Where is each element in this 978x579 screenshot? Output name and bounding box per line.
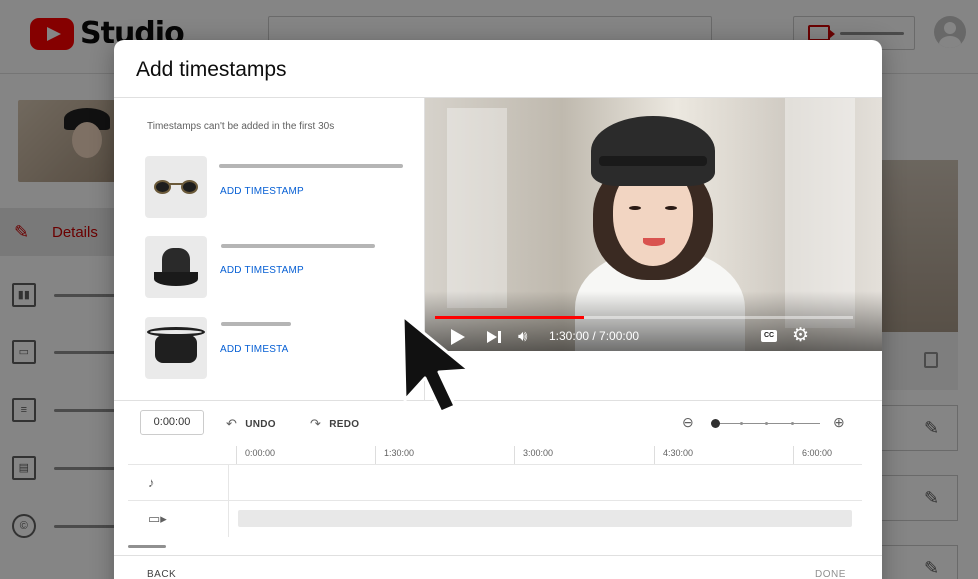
video-track-strip[interactable] — [238, 510, 852, 527]
redo-label: REDO — [329, 418, 360, 430]
timeline-scrollbar[interactable] — [128, 545, 166, 548]
redo-icon: ↷ — [310, 416, 322, 431]
next-icon[interactable] — [487, 331, 497, 343]
progress-bar[interactable] — [435, 316, 853, 319]
undo-label: UNDO — [245, 418, 276, 430]
undo-icon: ↶ — [226, 416, 238, 431]
zoom-out-icon[interactable]: ⊖ — [682, 414, 694, 431]
ruler-tick: 6:00:00 — [793, 446, 832, 464]
settings-gear-icon[interactable]: ⚙ — [792, 324, 809, 347]
timecode-input[interactable]: 0:00:00 — [140, 410, 204, 435]
back-button[interactable]: BACK — [147, 569, 176, 579]
ruler-tick: 1:30:00 — [375, 446, 414, 464]
add-timestamp-link[interactable]: ADD TIMESTA — [220, 344, 289, 355]
volume-icon[interactable]: 🔊︎ — [518, 328, 527, 345]
product-title-placeholder — [221, 244, 375, 248]
hint-text: Timestamps can't be added in the first 3… — [147, 121, 335, 132]
cc-icon[interactable]: CC — [761, 330, 777, 342]
add-timestamp-link[interactable]: ADD TIMESTAMP — [220, 265, 304, 276]
add-timestamps-dialog: Add timestamps Timestamps can't be added… — [114, 40, 882, 579]
audio-track[interactable]: ♪ — [128, 464, 862, 501]
product-thumbnail-sunglasses — [145, 156, 207, 218]
add-timestamp-link[interactable]: ADD TIMESTAMP — [220, 186, 304, 197]
timeline-ruler: 0:00:00 1:30:00 3:00:00 4:30:00 6:00:00 — [236, 444, 860, 464]
dialog-title: Add timestamps — [136, 58, 287, 81]
video-player[interactable]: 🔊︎ 1:30:00 / 7:00:00 CC ⚙ — [425, 98, 882, 351]
product-title-placeholder — [219, 164, 403, 168]
ruler-tick: 3:00:00 — [514, 446, 553, 464]
zoom-slider[interactable] — [716, 423, 820, 424]
zoom-slider-handle[interactable] — [711, 419, 720, 428]
product-thumbnail-bucket-hat — [145, 236, 207, 298]
redo-button[interactable]: ↷ REDO — [310, 416, 359, 432]
ruler-tick: 0:00:00 — [236, 446, 275, 464]
done-button[interactable]: DONE — [815, 569, 846, 579]
undo-button[interactable]: ↶ UNDO — [226, 416, 276, 432]
ruler-tick: 4:30:00 — [654, 446, 693, 464]
time-display: 1:30:00 / 7:00:00 — [549, 329, 640, 343]
divider — [114, 400, 882, 401]
product-title-placeholder — [221, 322, 291, 326]
product-thumbnail-belt-bag — [145, 317, 207, 379]
music-note-icon: ♪ — [148, 475, 155, 490]
zoom-in-icon[interactable]: ⊕ — [833, 414, 845, 431]
mouse-cursor-icon — [401, 314, 471, 414]
divider — [114, 555, 882, 556]
product-list: Timestamps can't be added in the first 3… — [114, 98, 425, 400]
video-track-icon: ▭▸ — [148, 511, 167, 526]
